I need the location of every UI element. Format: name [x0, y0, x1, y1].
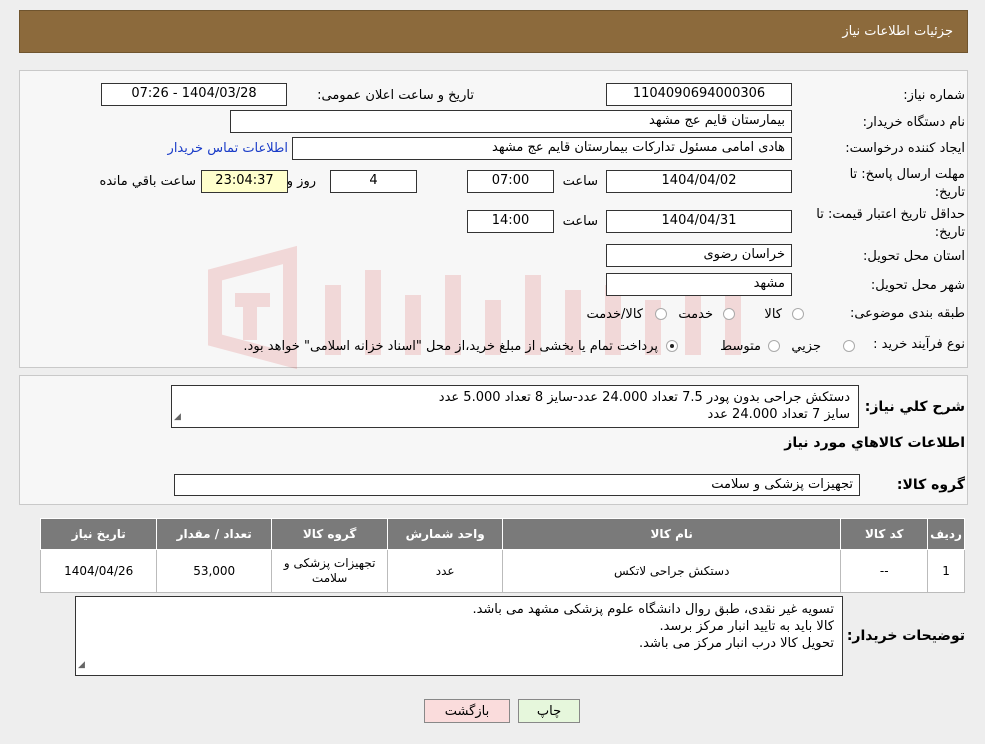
- category-radio-goods[interactable]: [792, 308, 804, 320]
- days-word: روز و: [286, 174, 316, 189]
- announce-label: تاریخ و ساعت اعلان عمومی:: [317, 88, 474, 103]
- validity-label-line2: تاریخ:: [934, 225, 965, 240]
- deadline-date-field[interactable]: 1404/04/02: [606, 170, 792, 193]
- category-radio-goods-service[interactable]: [655, 308, 667, 320]
- buyer-notes-line1: تسویه غیر نقدی، طبق روال دانشگاه علوم پز…: [472, 602, 834, 617]
- creator-label: ایجاد کننده درخواست:: [845, 141, 965, 156]
- need-number-label: شماره نیاز:: [903, 88, 965, 103]
- cell-name: دستکش جراحی لاتکس: [502, 549, 842, 593]
- buyer-notes-line2: کالا باید به تایید انبار مرکز برسد.: [659, 619, 834, 634]
- goods-group-label: گروه كالا:: [896, 477, 965, 493]
- remaining-word: ساعت باقي مانده: [99, 174, 196, 189]
- validity-time-label: ساعت: [562, 214, 598, 229]
- cell-date: 1404/04/26: [39, 549, 158, 593]
- buyer-contact-link[interactable]: اطلاعات تماس خریدار: [168, 141, 288, 156]
- print-button[interactable]: چاپ: [518, 699, 580, 723]
- col-code: كد كالا: [840, 518, 929, 550]
- cell-code: --: [840, 549, 929, 593]
- validity-date-field[interactable]: 1404/04/31: [606, 210, 792, 233]
- category-radio-service[interactable]: [723, 308, 735, 320]
- process-label: نوع فرآیند خرید :: [873, 337, 965, 352]
- buyer-notes-textarea[interactable]: تسویه غیر نقدی، طبق روال دانشگاه علوم پز…: [75, 596, 843, 676]
- days-remaining-field[interactable]: 4: [330, 170, 417, 193]
- process-radio-medium[interactable]: [768, 340, 780, 352]
- items-table-header: رديف كد كالا نام كالا واحد شمارش گروه كا…: [39, 518, 965, 550]
- validity-label-line1: حداقل تاریخ اعتبار قیمت: تا: [816, 207, 965, 222]
- deadline-label-line1: مهلت ارسال پاسخ: تا: [849, 167, 965, 182]
- deadline-label: مهلت ارسال پاسخ: تا تاریخ:: [850, 166, 965, 202]
- process-option-medium: متوسط: [720, 339, 761, 354]
- buyer-notes-line3: تحویل کالا درب انبار مرکز می باشد.: [639, 636, 834, 651]
- table-row[interactable]: 1 -- دستکش جراحی لاتکس عدد تجهیزات پزشکی…: [39, 549, 965, 593]
- col-date: تاريخ نياز: [39, 518, 158, 550]
- col-unit: واحد شمارش: [387, 518, 504, 550]
- goods-section-title: اطلاعات كالاهاي مورد نياز: [784, 435, 965, 451]
- remaining-time-field[interactable]: 23:04:37: [201, 170, 288, 193]
- deadline-label-line2: تاریخ:: [934, 185, 965, 200]
- buyer-org-label: نام دستگاه خریدار:: [862, 115, 965, 130]
- cell-quantity: 53,000: [156, 549, 272, 593]
- city-field[interactable]: مشهد: [606, 273, 792, 296]
- items-table: رديف كد كالا نام كالا واحد شمارش گروه كا…: [39, 518, 965, 593]
- announce-field[interactable]: 1404/03/28 - 07:26: [101, 83, 287, 106]
- back-button[interactable]: بازگشت: [424, 699, 510, 723]
- cell-group: تجهیزات پزشکی و سلامت: [270, 549, 389, 593]
- cell-unit: عدد: [387, 549, 504, 593]
- description-line2: سایز 7 تعداد 24.000 عدد: [707, 407, 850, 422]
- buyer-org-field[interactable]: بیمارستان قایم عج مشهد: [230, 110, 792, 133]
- process-option-minor: جزیي: [791, 339, 821, 354]
- description-textarea[interactable]: دستکش جراحی بدون پودر 7.5 تعداد 24.000 ع…: [171, 385, 859, 428]
- category-option-service: خدمت: [678, 307, 713, 322]
- category-option-goods-service: کالا/خدمت: [586, 307, 643, 322]
- col-quantity: تعداد / مقدار: [156, 518, 272, 550]
- description-line1: دستکش جراحی بدون پودر 7.5 تعداد 24.000 ع…: [438, 390, 850, 405]
- need-number-field[interactable]: 1104090694000306: [606, 83, 792, 106]
- creator-field[interactable]: هادی امامی مسئول تدارکات بیمارستان قایم …: [292, 137, 792, 160]
- deadline-time-label: ساعت: [562, 174, 598, 189]
- process-treasury-note: پرداخت تمام یا بخشی از مبلغ خرید،از محل …: [243, 339, 658, 354]
- resize-handle-icon[interactable]: ◢: [78, 657, 85, 674]
- col-row: رديف: [927, 518, 965, 550]
- province-label: استان محل تحویل:: [863, 249, 965, 264]
- process-radio-minor[interactable]: [843, 340, 855, 352]
- col-group: گروه كالا: [270, 518, 389, 550]
- deadline-time-field[interactable]: 07:00: [467, 170, 554, 193]
- page-header: جزئیات اطلاعات نیاز: [19, 10, 968, 53]
- category-label: طبقه بندی موضوعی:: [849, 306, 965, 321]
- page-title: جزئیات اطلاعات نیاز: [842, 24, 953, 39]
- resize-handle-icon[interactable]: ◢: [174, 409, 181, 426]
- validity-label: حداقل تاریخ اعتبار قیمت: تا تاریخ:: [816, 206, 965, 242]
- province-field[interactable]: خراسان رضوی: [606, 244, 792, 267]
- goods-group-field[interactable]: تجهیزات پزشکی و سلامت: [174, 474, 860, 496]
- process-checkbox-treasury[interactable]: [666, 340, 678, 352]
- cell-row: 1: [927, 549, 965, 593]
- validity-time-field[interactable]: 14:00: [467, 210, 554, 233]
- city-label: شهر محل تحویل:: [870, 278, 965, 293]
- category-option-goods: کالا: [764, 307, 782, 322]
- buyer-notes-label: توضيحات خريدار:: [846, 628, 965, 644]
- description-label: شرح كلي نياز:: [864, 399, 965, 415]
- col-name: نام كالا: [502, 518, 842, 550]
